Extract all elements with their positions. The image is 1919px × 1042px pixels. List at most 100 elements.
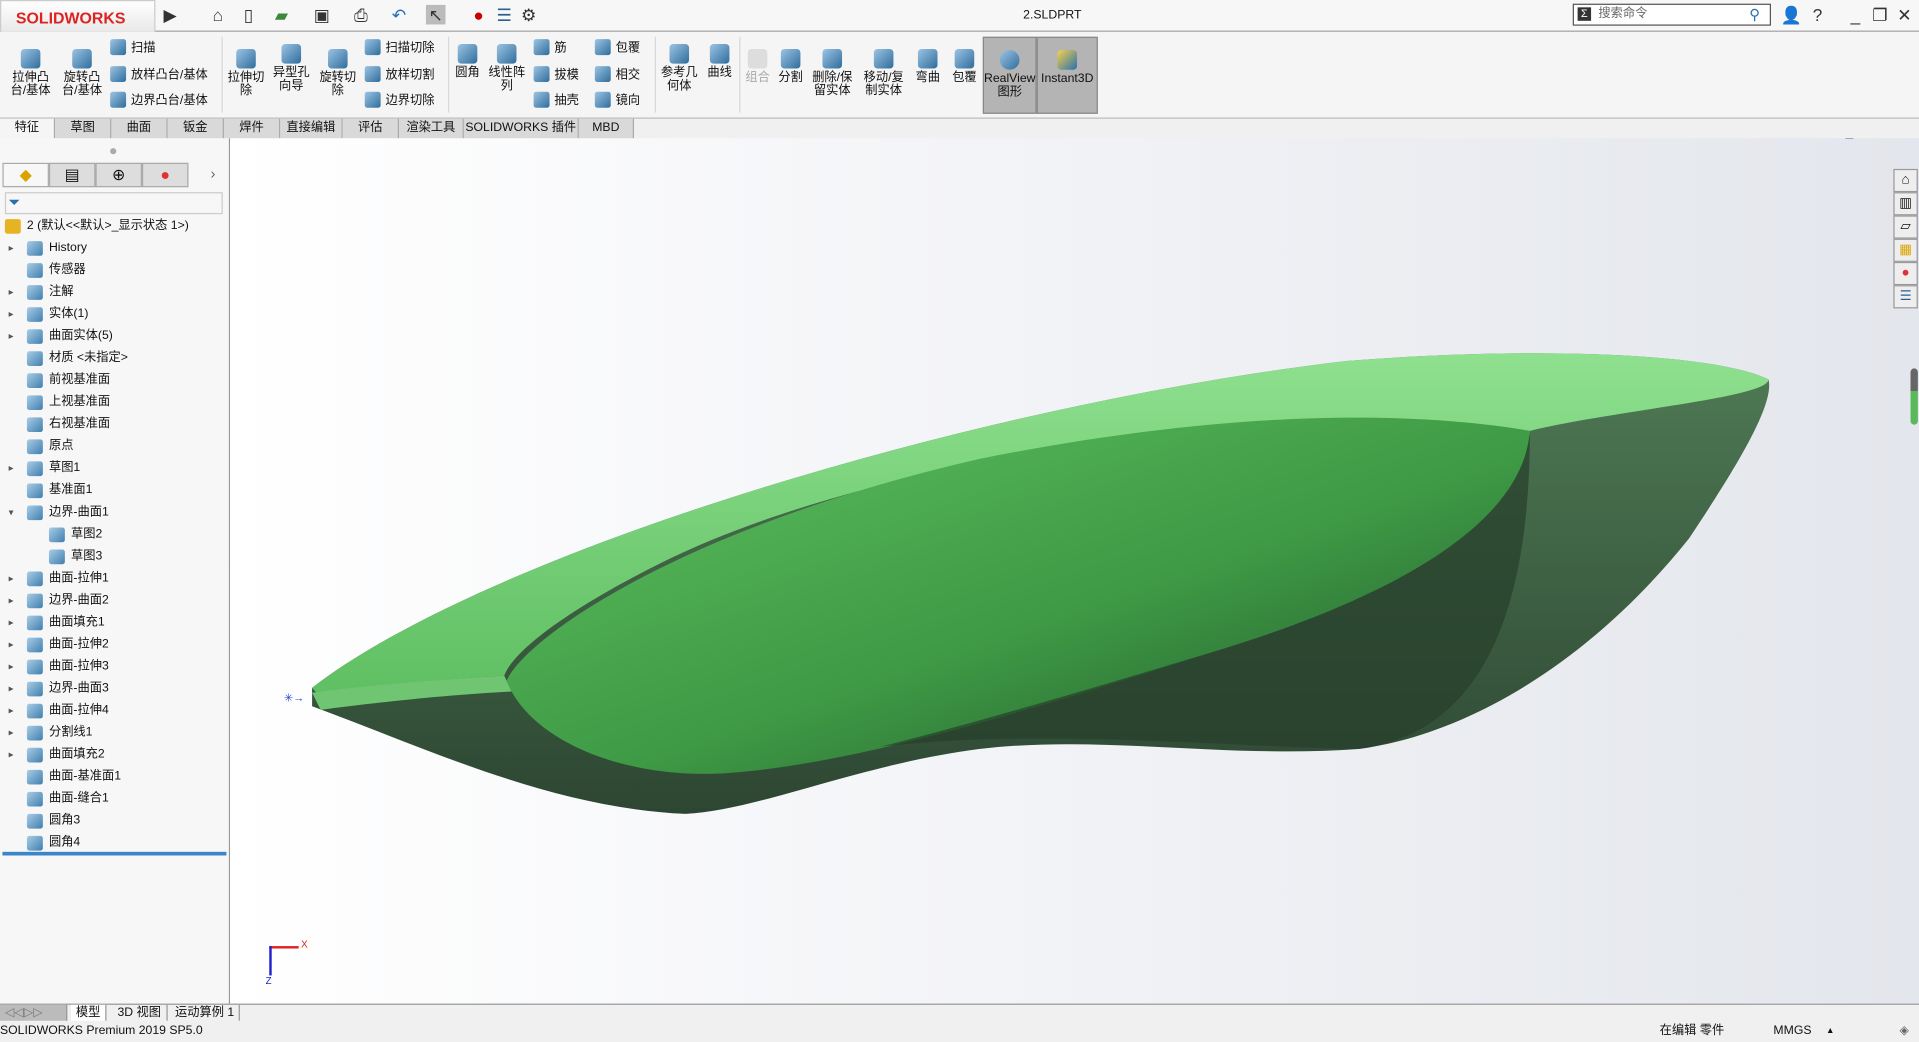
unit-system-selector[interactable]: MMGS — [1773, 1022, 1811, 1042]
viewport-minimize-icon[interactable]: _ — [1841, 138, 1858, 140]
instant3d-button[interactable]: Instant3D — [1036, 36, 1098, 114]
curves-button[interactable]: 曲线 — [703, 44, 737, 80]
status-settings-icon[interactable]: ◈ — [1899, 1022, 1908, 1042]
tree-item[interactable]: 曲面-缝合1 — [0, 788, 226, 810]
tab-features[interactable]: 特征 — [0, 118, 56, 139]
draft-button[interactable]: 拔模 — [533, 66, 579, 84]
help-icon[interactable]: ? — [1808, 5, 1828, 25]
zoom-to-area-icon[interactable]: ⛶ — [925, 138, 942, 140]
expand-arrow-icon[interactable]: ▸ — [9, 700, 14, 722]
flex-button[interactable]: 弯曲 — [911, 48, 945, 84]
custom-properties-icon[interactable]: ☰ — [1893, 285, 1918, 309]
tree-item[interactable]: 前视基准面 — [0, 370, 226, 392]
tree-item[interactable]: 草图2 — [0, 524, 226, 546]
expand-arrow-icon[interactable]: ▸ — [9, 568, 14, 590]
zoom-to-fit-icon[interactable]: ⚲ — [898, 138, 915, 140]
tree-item[interactable]: ▸ 曲面-拉伸2 — [0, 634, 226, 656]
expand-arrow-icon[interactable]: ▸ — [9, 722, 14, 744]
loft-boss-button[interactable]: 放样凸台/基体 — [110, 66, 208, 84]
view-orientation-icon[interactable]: ⇊ — [871, 138, 888, 140]
expand-arrow-icon[interactable]: ▸ — [9, 458, 14, 480]
expand-arrow-icon[interactable]: ▸ — [9, 744, 14, 766]
tree-item[interactable]: ▸ 曲面-拉伸1 — [0, 568, 226, 590]
appearance-manager-icon[interactable]: ● — [141, 162, 189, 188]
configurationmanager-crosshair-icon[interactable]: ⊕ — [95, 162, 142, 188]
restore-icon[interactable]: ❐ — [1870, 5, 1890, 25]
tree-item[interactable]: ▸ History — [0, 237, 226, 259]
combine-button[interactable]: 组合 — [742, 48, 774, 84]
boundary-cut-button[interactable]: 边界切除 — [364, 91, 434, 110]
delete-keep-body-button[interactable]: 删除/保 留实体 — [808, 48, 857, 98]
design-library-icon[interactable]: ▥ — [1893, 192, 1918, 216]
realview-graphics-button[interactable]: RealView 图形 — [982, 36, 1037, 114]
zoom-scroll-slider[interactable] — [1910, 368, 1918, 425]
select-pointer-icon[interactable]: ↖ — [425, 4, 446, 25]
user-icon[interactable]: 👤 — [1781, 5, 1802, 25]
search-icon[interactable]: ⚲ — [1749, 5, 1760, 25]
open-icon[interactable]: ▰ — [272, 5, 292, 25]
solidworks-logo[interactable]: SOLIDWORKS — [0, 0, 156, 34]
split-button[interactable]: 分割 — [775, 48, 807, 84]
viewport-next-icon[interactable]: ▷ — [1814, 138, 1831, 140]
tree-item[interactable]: 原点 — [0, 436, 226, 458]
file-explorer-folder-icon[interactable]: ▱ — [1893, 215, 1918, 239]
viewport-restore-icon[interactable]: ❐ — [1865, 138, 1882, 140]
tree-item[interactable]: ▸ 边界-曲面2 — [0, 590, 226, 612]
expand-arrow-icon[interactable]: ▸ — [9, 612, 14, 634]
sweep-button[interactable]: 扫描 — [110, 39, 155, 57]
revolved-boss-button[interactable]: 旋转凸 台/基体 — [56, 48, 107, 98]
tree-item[interactable]: 传感器 — [0, 259, 226, 281]
print-icon[interactable]: ⎙ — [351, 5, 371, 25]
tree-item[interactable]: ▸ 注解 — [0, 281, 226, 303]
tree-item[interactable]: 右视基准面 — [0, 414, 226, 436]
extruded-boss-button[interactable]: 拉伸凸 台/基体 — [5, 48, 56, 98]
tab-sketch[interactable]: 草图 — [55, 118, 112, 139]
options-gear-icon[interactable]: ⚙ — [519, 5, 539, 25]
wrap-body-button[interactable]: 包覆 — [949, 48, 981, 84]
tab-surfaces[interactable]: 曲面 — [111, 118, 168, 139]
solidworks-resources-home-icon[interactable]: ⌂ — [1893, 168, 1918, 193]
expand-arrow-icon[interactable]: ▸ — [9, 281, 14, 303]
model-3d-view[interactable] — [230, 138, 1919, 1003]
tree-item[interactable]: ▸ 曲面-拉伸4 — [0, 700, 226, 722]
file-properties-icon[interactable]: ☰ — [494, 5, 514, 25]
tab-model[interactable]: 模型 — [70, 1004, 107, 1021]
tree-item[interactable]: ▸ 曲面实体(5) — [0, 326, 226, 348]
tree-item[interactable]: 草图3 — [0, 546, 226, 568]
close-icon[interactable]: ✕ — [1895, 5, 1915, 25]
apply-scene-icon[interactable]: ● — [1172, 138, 1189, 140]
propertymanager-tab-icon[interactable]: ▤ — [48, 162, 96, 188]
previous-view-icon[interactable]: ✎ — [952, 138, 969, 140]
tab-evaluate[interactable]: 评估 — [342, 118, 399, 139]
splitter-handle[interactable] — [110, 148, 117, 155]
tab-motion-study-1[interactable]: 运动算例 1 — [170, 1004, 241, 1021]
reference-geometry-button[interactable]: 参考几 何体 — [658, 44, 700, 93]
boundary-boss-button[interactable]: 边界凸台/基体 — [110, 91, 208, 110]
tree-item[interactable]: ▸ 曲面填充2 — [0, 744, 226, 766]
viewport-close-icon[interactable]: ✕ — [1892, 138, 1909, 140]
tab-sheet-metal[interactable]: 钣金 — [167, 118, 224, 139]
edit-appearance-icon[interactable]: ◐ — [1133, 138, 1150, 140]
panel-expand-arrow-icon[interactable]: › — [211, 165, 216, 182]
search-commands-input[interactable]: Σ 搜索命令 ⚲ — [1572, 3, 1771, 26]
rib-button[interactable]: 筋 — [533, 39, 567, 57]
expand-arrow-icon[interactable]: ▸ — [9, 326, 14, 348]
tab-render-tools[interactable]: 渲染工具 — [398, 118, 464, 139]
tree-item[interactable]: 基准面1 — [0, 480, 226, 502]
swept-cut-button[interactable]: 扫描切除 — [364, 39, 434, 57]
hole-wizard-button[interactable]: 异型孔 向导 — [269, 44, 313, 93]
wrap-button[interactable]: 包覆 — [594, 39, 640, 57]
new-document-icon[interactable]: ▯ — [239, 5, 259, 25]
intersect-button[interactable]: 相交 — [594, 66, 640, 84]
mirror-button[interactable]: 镜向 — [594, 91, 640, 110]
dynamic-annotation-icon[interactable]: ✐ — [1006, 138, 1023, 140]
section-view-icon[interactable]: ▥ — [979, 138, 996, 140]
view-palette-icon[interactable]: ▦ — [1893, 238, 1918, 262]
tree-item[interactable]: ▸ 曲面填充1 — [0, 612, 226, 634]
tree-item[interactable]: ▸ 实体(1) — [0, 304, 226, 326]
featuremanager-tab-icon[interactable]: ◆ — [2, 162, 49, 188]
tree-item[interactable]: ▸ 边界-曲面3 — [0, 678, 226, 700]
move-copy-body-button[interactable]: 移动/复 制实体 — [859, 48, 908, 98]
expand-arrow-icon[interactable]: ▸ — [9, 590, 14, 612]
rebuild-icon[interactable]: ● — [469, 5, 489, 25]
